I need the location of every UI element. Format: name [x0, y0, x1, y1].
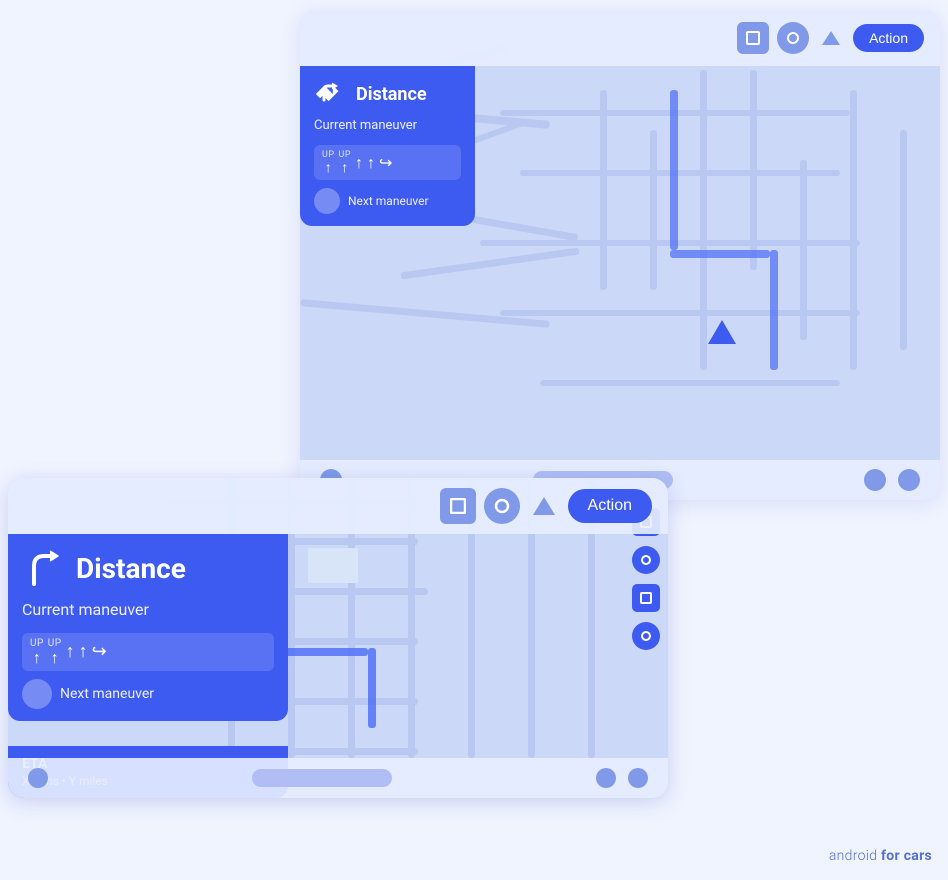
small-card-bottom-bar: [8, 758, 668, 798]
small-lane-2: UP ↑: [48, 638, 62, 666]
large-card-nav-panel: Distance Current maneuver UP ↑ UP ↑ ↑ ↑: [300, 66, 475, 226]
large-card-top-bar: Action: [300, 10, 940, 66]
small-card-turn-icon: [22, 546, 66, 590]
small-card-side-square-2[interactable]: [632, 584, 660, 612]
small-lane-1: UP ↑: [30, 638, 44, 666]
small-card-toolbar-icons: Action: [440, 488, 652, 524]
small-card-distance: Distance: [76, 552, 186, 585]
small-card-side-circle-2[interactable]: [632, 622, 660, 650]
small-card-square-btn[interactable]: [440, 488, 476, 524]
small-lane-4: ↑: [79, 642, 88, 661]
small-card-side-circle-1[interactable]: [632, 546, 660, 574]
small-lane-5: ↪: [92, 642, 107, 661]
large-card-distance: Distance: [356, 84, 427, 105]
large-card-toolbar-icons: Action: [737, 22, 924, 54]
lane-2: UP ↑: [339, 150, 352, 175]
next-maneuver-text: Next maneuver: [348, 194, 429, 208]
small-card-bottom-right-dots: [596, 768, 648, 788]
small-card-lanes: UP ↑ UP ↑ ↑ ↑ ↪: [22, 633, 274, 671]
large-card-bottom-right-dots: [864, 469, 920, 491]
large-card-lanes: UP ↑ UP ↑ ↑ ↑ ↪: [314, 145, 461, 180]
small-card-triangle-btn[interactable]: [528, 490, 560, 522]
lane-1: UP ↑: [322, 150, 335, 175]
brand-text: android for cars: [829, 848, 932, 864]
large-card-maneuver: Current maneuver: [314, 118, 461, 135]
small-card-bottom-left-dots: [28, 768, 48, 788]
large-card: Action Distance Current maneuver UP ↑ UP…: [300, 10, 940, 500]
large-card-action-button[interactable]: Action: [853, 24, 924, 52]
next-maneuver-dot: [314, 188, 340, 214]
small-card-next-maneuver: Next maneuver: [22, 679, 274, 709]
small-next-dot: [22, 679, 52, 709]
lane-3: ↑: [355, 154, 363, 171]
small-next-text: Next maneuver: [60, 686, 154, 702]
small-card-maneuver: Current maneuver: [22, 600, 274, 621]
lane-5: ↪: [379, 154, 392, 171]
large-card-triangle-btn[interactable]: [817, 24, 845, 52]
large-card-square-btn[interactable]: [737, 22, 769, 54]
large-card-circle-btn[interactable]: [777, 22, 809, 54]
small-bottom-dot-3: [628, 768, 648, 788]
small-card-nav-panel: Distance Current maneuver UP ↑ UP ↑ ↑ ↑: [8, 534, 288, 721]
small-card-top-bar: Action: [8, 478, 668, 534]
small-bottom-dot-2: [596, 768, 616, 788]
large-card-next-maneuver: Next maneuver: [314, 188, 461, 214]
bottom-dot-2: [864, 469, 886, 491]
small-card-action-button[interactable]: Action: [568, 489, 652, 523]
small-card: Action Distance Current maneuver UP ↑ UP…: [8, 478, 668, 798]
small-card-bottom-pill: [252, 769, 392, 787]
lane-4: ↑: [367, 154, 375, 171]
small-lane-3: ↑: [66, 642, 75, 661]
large-card-turn-icon: [314, 78, 346, 110]
bottom-dot-3: [898, 469, 920, 491]
small-bottom-dot-1: [28, 768, 48, 788]
small-card-circle-btn[interactable]: [484, 488, 520, 524]
